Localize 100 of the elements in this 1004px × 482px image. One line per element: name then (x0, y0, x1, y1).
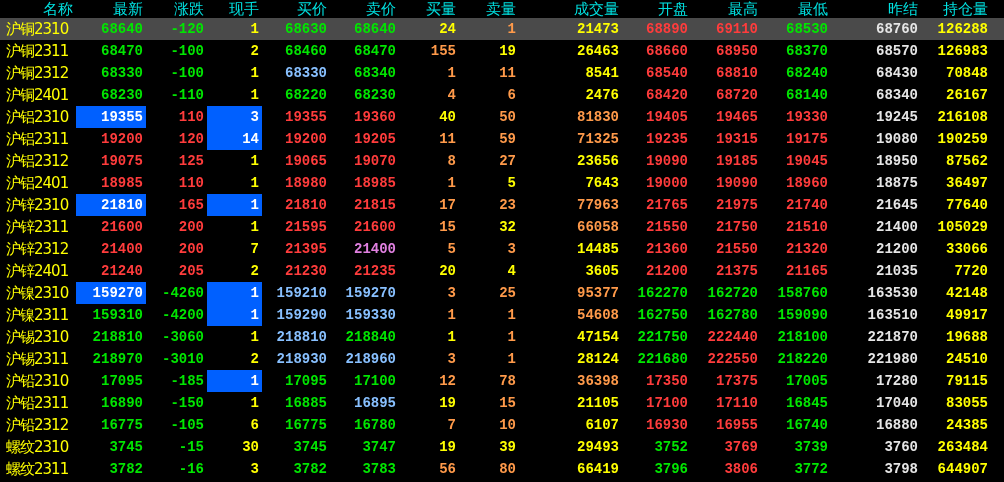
quote-value: 19045 (786, 153, 828, 169)
quote-value: 21400 (101, 241, 143, 257)
quote-value: 1 (250, 285, 259, 301)
quote-value: -100 (170, 65, 204, 81)
contract-name: 沪铜2312 (5, 62, 70, 84)
quote-value: 18980 (285, 175, 327, 191)
quote-value: 218930 (276, 351, 327, 367)
quote-value: -100 (170, 43, 204, 59)
column-header[interactable]: 名称 (0, 0, 76, 18)
quote-value: 68630 (285, 21, 327, 37)
quote-row[interactable]: 沪铝2310 19355 110 3 19355 19360 40 50 81830 19405 19465 19330 19245 216108 (0, 106, 1004, 128)
column-header[interactable]: 昨结 (831, 0, 921, 18)
quote-value: 21395 (285, 241, 327, 257)
quote-row[interactable]: 沪铜2311 68470 -100 2 68460 68470 155 19 26463 68660 68950 68370 68570 126983 (0, 40, 1004, 62)
quote-value: 19090 (646, 153, 688, 169)
contract-name: 沪铜2310 (5, 18, 70, 40)
quote-value: 36398 (577, 373, 619, 389)
quote-row[interactable]: 螺纹2311 3782 -16 3 3782 3783 56 80 66419 3796 3806 3772 3798 644907 (0, 458, 1004, 480)
quote-value: 2 (250, 351, 259, 367)
quote-value: 21510 (786, 219, 828, 235)
quote-value: 126983 (937, 43, 988, 59)
quote-value: 68470 (354, 43, 396, 59)
quote-value: 17280 (876, 373, 918, 389)
quote-value: 68640 (101, 21, 143, 37)
contract-name: 沪锌2310 (5, 194, 70, 216)
column-header[interactable]: 卖量 (459, 0, 519, 18)
quote-value: 68230 (354, 87, 396, 103)
quote-row[interactable]: 沪铝2311 19200 120 14 19200 19205 11 59 71325 19235 19315 19175 19080 190259 (0, 128, 1004, 150)
quote-value: 3772 (794, 461, 828, 477)
quote-value: 19080 (876, 131, 918, 147)
quote-value: 23 (499, 197, 516, 213)
quote-value: 6 (250, 417, 259, 433)
quote-value: -3010 (162, 351, 204, 367)
quote-value: 3783 (362, 461, 396, 477)
column-header[interactable]: 持仓量 (921, 0, 991, 18)
quote-value: -185 (170, 373, 204, 389)
quote-value: 1 (250, 329, 259, 345)
quote-value: 163530 (867, 285, 918, 301)
quote-row[interactable]: 沪锌2311 21600 200 1 21595 21600 15 32 66058 21550 21750 21510 21400 105029 (0, 216, 1004, 238)
quote-value: 218840 (345, 329, 396, 345)
quote-value: 8541 (585, 65, 619, 81)
quote-value: 263484 (937, 439, 988, 455)
column-header[interactable]: 最低 (761, 0, 831, 18)
quote-value: 19465 (716, 109, 758, 125)
quote-row[interactable]: 沪铝2401 18985 110 1 18980 18985 1 5 7643 19000 19090 18960 18875 36497 (0, 172, 1004, 194)
quote-row[interactable]: 沪锌2310 21810 165 1 21810 21815 17 23 77963 21765 21975 21740 21645 77640 (0, 194, 1004, 216)
quote-value: 19175 (786, 131, 828, 147)
contract-name: 沪铅2310 (5, 370, 70, 392)
quote-row[interactable]: 沪铝2312 19075 125 1 19065 19070 8 27 23656 19090 19185 19045 18950 87562 (0, 150, 1004, 172)
quote-value: 1 (507, 21, 516, 37)
quote-row[interactable]: 沪锌2401 21240 205 2 21230 21235 20 4 3605 21200 21375 21165 21035 7720 (0, 260, 1004, 282)
quote-row[interactable]: 沪锡2311 218970 -3010 2 218930 218960 3 1 28124 221680 222550 218220 221980 24510 (0, 348, 1004, 370)
quote-row[interactable]: 沪锌2312 21400 200 7 21395 21400 5 3 14485 21360 21550 21320 21200 33066 (0, 238, 1004, 260)
quote-value: 19000 (646, 175, 688, 191)
quote-row[interactable]: 沪镍2310 159270 -4260 1 159210 159270 3 25 95377 162270 162720 158760 163530 42148 (0, 282, 1004, 304)
quote-value: 200 (178, 241, 204, 257)
quote-value: 1 (447, 329, 456, 345)
quote-value: 24385 (946, 417, 988, 433)
quote-row[interactable]: 沪铅2310 17095 -185 1 17095 17100 12 78 36398 17350 17375 17005 17280 79115 (0, 370, 1004, 392)
column-header[interactable]: 买量 (399, 0, 459, 18)
quote-value: 80 (499, 461, 516, 477)
quote-value: 18875 (876, 175, 918, 191)
quote-value: 18960 (786, 175, 828, 191)
quote-row[interactable]: 沪镍2311 159310 -4200 1 159290 159330 1 1 54608 162750 162780 159090 163510 49917 (0, 304, 1004, 326)
column-header[interactable]: 最高 (691, 0, 761, 18)
quote-value: 26167 (946, 87, 988, 103)
quote-value: 21360 (646, 241, 688, 257)
column-header[interactable]: 买价 (262, 0, 330, 18)
quote-value: 218810 (92, 329, 143, 345)
quote-value: 159270 (92, 285, 143, 301)
column-header[interactable]: 成交量 (519, 0, 622, 18)
column-header[interactable]: 现手 (207, 0, 262, 18)
quote-value: 3 (507, 241, 516, 257)
quote-value: 162720 (707, 285, 758, 301)
quote-value: 163510 (867, 307, 918, 323)
quote-row[interactable]: 沪锡2310 218810 -3060 1 218810 218840 1 1 47154 221750 222440 218100 221870 19688 (0, 326, 1004, 348)
quote-value: 3747 (362, 439, 396, 455)
quote-value: 1 (250, 65, 259, 81)
quote-value: 120 (178, 131, 204, 147)
column-header[interactable]: 最新 (76, 0, 146, 18)
quote-row[interactable]: 沪铜2312 68330 -100 1 68330 68340 1 11 8541 68540 68810 68240 68430 70848 (0, 62, 1004, 84)
quote-row[interactable]: 沪铅2312 16775 -105 6 16775 16780 7 10 6107 16930 16955 16740 16880 24385 (0, 414, 1004, 436)
quote-value: 68420 (646, 87, 688, 103)
quote-value: 21550 (716, 241, 758, 257)
quote-row[interactable]: 螺纹2310 3745 -15 30 3745 3747 19 39 29493 3752 3769 3739 3760 263484 (0, 436, 1004, 458)
quote-value: 21765 (646, 197, 688, 213)
quote-value: 19405 (646, 109, 688, 125)
quote-row[interactable]: 沪铅2311 16890 -150 1 16885 16895 19 15 21105 17100 17110 16845 17040 83055 (0, 392, 1004, 414)
contract-name: 沪锡2310 (5, 326, 70, 348)
column-header[interactable]: 卖价 (330, 0, 399, 18)
quote-value: 16890 (101, 395, 143, 411)
quote-value: 7 (250, 241, 259, 257)
quote-value: 20 (439, 263, 456, 279)
column-header[interactable]: 涨跌 (146, 0, 207, 18)
quote-value: 29493 (577, 439, 619, 455)
quote-row[interactable]: 沪铜2401 68230 -110 1 68220 68230 4 6 2476 68420 68720 68140 68340 26167 (0, 84, 1004, 106)
quote-row[interactable]: 沪铜2310 68640 -120 1 68630 68640 24 1 21473 68890 69110 68530 68760 126288 (0, 18, 1004, 40)
quote-value: 159290 (276, 307, 327, 323)
column-header[interactable]: 开盘 (622, 0, 691, 18)
quote-value: 16775 (285, 417, 327, 433)
